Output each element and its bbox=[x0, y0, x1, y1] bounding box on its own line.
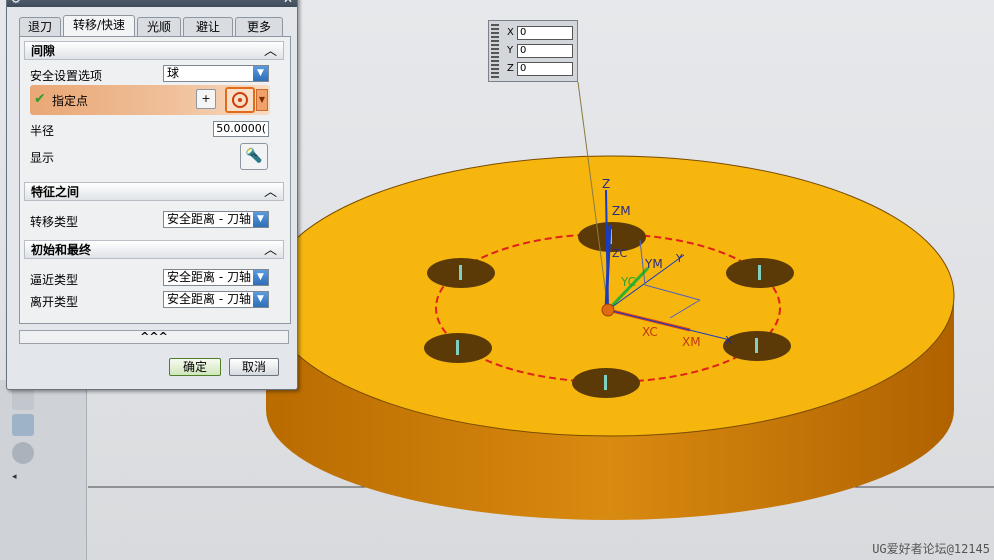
section-gap-title: 间隙 bbox=[31, 44, 56, 58]
scroll-left-arrow-icon[interactable]: ◂ bbox=[12, 472, 17, 482]
transfer-type-select[interactable]: 安全距离 - 刀轴 ▼ bbox=[163, 211, 269, 228]
dialog-titlebar[interactable]: ⚙ ✕ bbox=[7, 0, 297, 7]
axis-label-yc: YC bbox=[620, 275, 636, 289]
tab-transfer-rapid[interactable]: 转移/快速 bbox=[63, 15, 135, 36]
hole-right-upper bbox=[726, 258, 794, 288]
dropdown-arrow-icon[interactable]: ▼ bbox=[253, 292, 268, 307]
hole-left-upper bbox=[427, 258, 495, 288]
tab-retract[interactable]: 退刀 bbox=[19, 17, 61, 36]
point-dialog-button[interactable]: + bbox=[196, 89, 216, 109]
watermark: UG爱好者论坛@12145 bbox=[872, 542, 990, 556]
specify-point-row: ✔ 指定点 + ▼ bbox=[30, 85, 270, 115]
flashlight-display-button[interactable]: 🔦 bbox=[240, 143, 268, 170]
safety-option-value: 球 bbox=[167, 66, 180, 80]
safety-option-select[interactable]: 球 ▼ bbox=[163, 65, 269, 82]
section-start-end-header[interactable]: 初始和最终 ︿ bbox=[24, 240, 284, 259]
axis-label-x: X bbox=[725, 334, 733, 347]
inferred-point-button[interactable] bbox=[225, 87, 255, 113]
ok-button[interactable]: 确定 bbox=[169, 358, 221, 376]
specify-point-label: 指定点 bbox=[52, 94, 89, 108]
collapse-chevron-icon[interactable]: ︿ bbox=[264, 42, 277, 61]
radius-input[interactable]: 50.0000( bbox=[213, 121, 269, 137]
tab-more[interactable]: 更多 bbox=[235, 17, 283, 36]
z-input[interactable]: 0 bbox=[517, 62, 573, 76]
x-label: X bbox=[507, 27, 514, 38]
departure-type-value: 安全距离 - 刀轴 bbox=[167, 292, 251, 306]
hole-bottom bbox=[572, 368, 640, 398]
approach-type-value: 安全距离 - 刀轴 bbox=[167, 270, 251, 284]
transfer-type-label: 转移类型 bbox=[30, 215, 79, 229]
hole-left-lower bbox=[424, 333, 492, 363]
coordinate-input-box: X 0 Y 0 Z 0 bbox=[488, 20, 578, 82]
y-input[interactable]: 0 bbox=[517, 44, 573, 58]
cancel-button[interactable]: 取消 bbox=[229, 358, 279, 376]
axis-label-ym: YM bbox=[644, 257, 663, 271]
display-label: 显示 bbox=[30, 151, 55, 165]
clock-icon[interactable] bbox=[12, 442, 34, 464]
radius-label: 半径 bbox=[30, 124, 55, 138]
y-label: Y bbox=[507, 45, 514, 56]
tab-panel: 间隙 ︿ 安全设置选项 球 ▼ ✔ 指定点 + ▼ 半径 50.0000( 显示… bbox=[19, 36, 291, 324]
section-start-end-title: 初始和最终 bbox=[31, 243, 92, 257]
dropdown-arrow-icon[interactable]: ▼ bbox=[253, 270, 268, 285]
collapse-chevron-icon[interactable]: ︿ bbox=[264, 241, 277, 260]
hole-right-lower bbox=[723, 331, 791, 361]
departure-type-label: 离开类型 bbox=[30, 295, 79, 309]
section-gap-header[interactable]: 间隙 ︿ bbox=[24, 41, 284, 60]
axis-label-zm: ZM bbox=[612, 204, 631, 218]
close-icon[interactable]: ✕ bbox=[283, 0, 293, 6]
section-between-features-header[interactable]: 特征之间 ︿ bbox=[24, 182, 284, 201]
resource-bar: ◂ bbox=[0, 380, 87, 560]
target-dot-icon bbox=[238, 98, 242, 102]
axis-label-xc: XC bbox=[642, 325, 658, 339]
check-icon: ✔ bbox=[34, 91, 46, 107]
calculator-icon[interactable] bbox=[12, 414, 34, 436]
collapse-bar[interactable]: ^^^ bbox=[19, 330, 289, 344]
axis-label-z: Z bbox=[602, 177, 610, 191]
departure-type-select[interactable]: 安全距离 - 刀轴 ▼ bbox=[163, 291, 269, 308]
axis-label-y: Y bbox=[675, 252, 683, 265]
dropdown-arrow-icon[interactable]: ▼ bbox=[253, 212, 268, 227]
transfer-type-value: 安全距离 - 刀轴 bbox=[167, 212, 251, 226]
axis-label-zc: ZC bbox=[612, 247, 628, 260]
x-input[interactable]: 0 bbox=[517, 26, 573, 40]
section-between-title: 特征之间 bbox=[31, 185, 80, 199]
toolbar-icon[interactable] bbox=[12, 388, 34, 410]
approach-type-label: 逼近类型 bbox=[30, 273, 79, 287]
gear-icon[interactable]: ⚙ bbox=[11, 0, 21, 6]
safety-option-label: 安全设置选项 bbox=[30, 69, 103, 83]
drag-grip-icon[interactable] bbox=[491, 24, 499, 78]
axis-label-xm: XM bbox=[682, 335, 701, 349]
collapse-chevron-icon[interactable]: ︿ bbox=[264, 183, 277, 202]
dropdown-arrow-icon[interactable]: ▼ bbox=[253, 66, 268, 81]
point-type-dropdown[interactable]: ▼ bbox=[256, 89, 268, 111]
transfer-dialog: ⚙ ✕ 退刀 转移/快速 光顺 避让 更多 间隙 ︿ 安全设置选项 球 ▼ ✔ … bbox=[6, 0, 298, 390]
tab-smoothing[interactable]: 光顺 bbox=[137, 17, 181, 36]
approach-type-select[interactable]: 安全距离 - 刀轴 ▼ bbox=[163, 269, 269, 286]
tab-avoidance[interactable]: 避让 bbox=[183, 17, 233, 36]
z-label: Z bbox=[507, 63, 514, 74]
